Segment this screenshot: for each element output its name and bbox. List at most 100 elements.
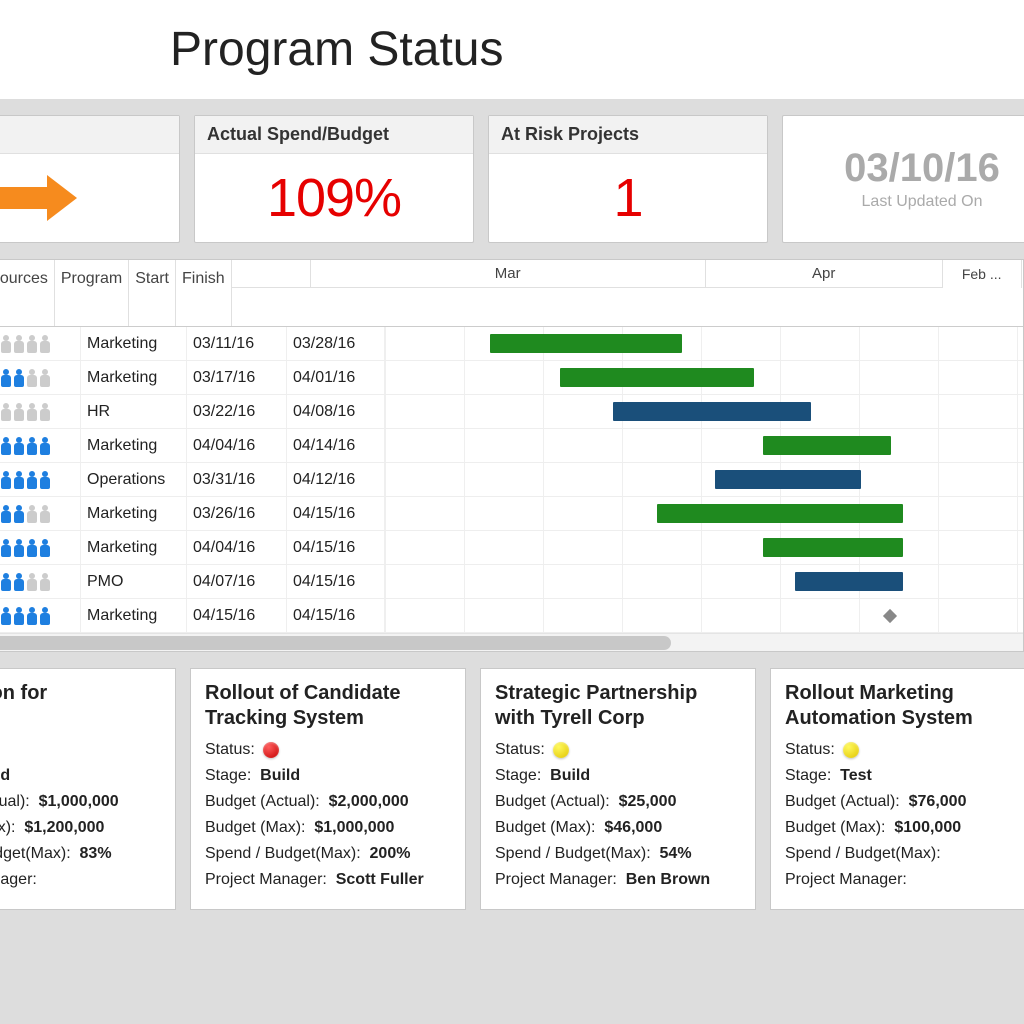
horizontal-scrollbar[interactable] xyxy=(0,633,1023,651)
gantt-cell xyxy=(385,429,1023,462)
kpi-label: Actual Spend/Budget xyxy=(195,116,473,154)
person-icon xyxy=(39,573,51,591)
table-row[interactable]: Marketing04/04/1604/15/16 xyxy=(0,531,1023,565)
pm-label: Project Manager: xyxy=(0,871,37,888)
kpi-updated[interactable]: 03/10/16 Last Updated On xyxy=(782,115,1024,243)
budget-max-value: $1,200,000 xyxy=(24,819,104,836)
table-row[interactable]: Marketing04/15/1604/15/16 xyxy=(0,599,1023,633)
budget-actual-label: Budget (Actual): xyxy=(0,793,30,810)
table-row[interactable]: Operations03/31/1604/12/16 xyxy=(0,463,1023,497)
gantt-grid: Status Resources Program Start Finish Ma… xyxy=(0,259,1024,652)
person-icon xyxy=(13,369,25,387)
budget-max-label: Budget (Max): xyxy=(495,819,595,836)
stage-label: Stage: xyxy=(785,767,831,784)
project-cards: Promotion forStatus: Stage: BuildBudget … xyxy=(0,652,1024,910)
stage-value: Test xyxy=(840,767,872,784)
person-icon xyxy=(0,505,12,523)
budget-max-value: $100,000 xyxy=(894,819,961,836)
spend-value: 200% xyxy=(370,845,411,862)
status-dot-icon xyxy=(263,742,279,758)
table-row[interactable]: Marketing03/17/1604/01/16 xyxy=(0,361,1023,395)
person-icon xyxy=(13,539,25,557)
table-row[interactable]: HR03/22/1604/08/16 xyxy=(0,395,1023,429)
kpi-row: Trend Actual Spend/Budget 109% At Risk P… xyxy=(0,99,1024,259)
budget-max-label: Budget (Max): xyxy=(0,819,15,836)
person-icon xyxy=(0,403,12,421)
status-label: Status: xyxy=(205,741,255,759)
budget-actual-value: $76,000 xyxy=(909,793,967,810)
gantt-bar[interactable] xyxy=(613,402,811,421)
kpi-trend[interactable]: Trend xyxy=(0,115,180,243)
project-card[interactable]: Rollout of Candidate Tracking SystemStat… xyxy=(190,668,466,910)
kpi-risk[interactable]: At Risk Projects 1 xyxy=(488,115,768,243)
person-icon xyxy=(13,573,25,591)
table-row[interactable]: PMO04/07/1604/15/16 xyxy=(0,565,1023,599)
gantt-bar[interactable] xyxy=(490,334,682,353)
person-icon xyxy=(13,437,25,455)
kpi-label: At Risk Projects xyxy=(489,116,767,154)
cell-start: 04/15/16 xyxy=(187,599,287,632)
scrollbar-thumb[interactable] xyxy=(0,636,671,650)
person-icon xyxy=(26,335,38,353)
spend-value: 54% xyxy=(660,845,692,862)
spend-label: Spend / Budget(Max): xyxy=(205,845,361,862)
cell-program: Marketing xyxy=(81,327,187,360)
cell-program: Operations xyxy=(81,463,187,496)
person-icon xyxy=(26,573,38,591)
person-icon xyxy=(13,471,25,489)
gantt-bar[interactable] xyxy=(560,368,754,387)
person-icon xyxy=(39,437,51,455)
table-row[interactable]: Marketing03/11/1603/28/16 xyxy=(0,327,1023,361)
kpi-value: 109% xyxy=(267,167,401,229)
person-icon xyxy=(26,471,38,489)
resources-icon xyxy=(0,471,51,489)
person-icon xyxy=(26,505,38,523)
resources-icon xyxy=(0,369,51,387)
gantt-bar[interactable] xyxy=(795,572,903,591)
budget-max-value: $46,000 xyxy=(604,819,662,836)
gantt-header: MarAprFeb ...Mar 6Mar 13Mar 20Mar 27Apr … xyxy=(232,260,1024,326)
gantt-bar[interactable] xyxy=(763,436,891,455)
project-card[interactable]: Rollout Marketing Automation SystemStatu… xyxy=(770,668,1024,910)
col-header-program[interactable]: Program xyxy=(55,260,129,326)
pm-label: Project Manager: xyxy=(205,871,327,888)
person-icon xyxy=(0,369,12,387)
person-icon xyxy=(0,573,12,591)
person-icon xyxy=(26,437,38,455)
gantt-bar[interactable] xyxy=(715,470,861,489)
project-card[interactable]: Promotion forStatus: Stage: BuildBudget … xyxy=(0,668,176,910)
resources-icon xyxy=(0,607,51,625)
stage-value: Build xyxy=(0,767,10,784)
person-icon xyxy=(0,607,12,625)
gantt-bar[interactable] xyxy=(763,538,903,557)
budget-actual-label: Budget (Actual): xyxy=(495,793,610,810)
status-label: Status: xyxy=(495,741,545,759)
spend-label: Spend / Budget(Max): xyxy=(0,845,71,862)
table-row[interactable]: Marketing03/26/1604/15/16 xyxy=(0,497,1023,531)
kpi-spend[interactable]: Actual Spend/Budget 109% xyxy=(194,115,474,243)
kpi-value: 1 xyxy=(613,167,642,229)
budget-max-value: $1,000,000 xyxy=(314,819,394,836)
project-card[interactable]: Strategic Partnership with Tyrell CorpSt… xyxy=(480,668,756,910)
resources-icon xyxy=(0,437,51,455)
col-header-resources[interactable]: Resources xyxy=(0,260,55,326)
kpi-date: 03/10/16 xyxy=(844,146,1000,191)
table-row[interactable]: Marketing04/04/1604/14/16 xyxy=(0,429,1023,463)
cell-start: 03/31/16 xyxy=(187,463,287,496)
gantt-bar[interactable] xyxy=(657,504,903,523)
budget-actual-value: $2,000,000 xyxy=(329,793,409,810)
spend-value: 83% xyxy=(80,845,112,862)
milestone-icon[interactable] xyxy=(883,609,897,623)
person-icon xyxy=(39,403,51,421)
cell-finish: 04/15/16 xyxy=(287,599,385,632)
person-icon xyxy=(13,607,25,625)
col-header-finish[interactable]: Finish xyxy=(176,260,232,326)
status-label: Status: xyxy=(785,741,835,759)
gantt-cell xyxy=(385,599,1023,632)
kpi-sublabel: Last Updated On xyxy=(862,193,983,211)
cell-start: 04/07/16 xyxy=(187,565,287,598)
cell-finish: 04/01/16 xyxy=(287,361,385,394)
col-header-start[interactable]: Start xyxy=(129,260,176,326)
person-icon xyxy=(13,403,25,421)
status-dot-icon xyxy=(843,742,859,758)
